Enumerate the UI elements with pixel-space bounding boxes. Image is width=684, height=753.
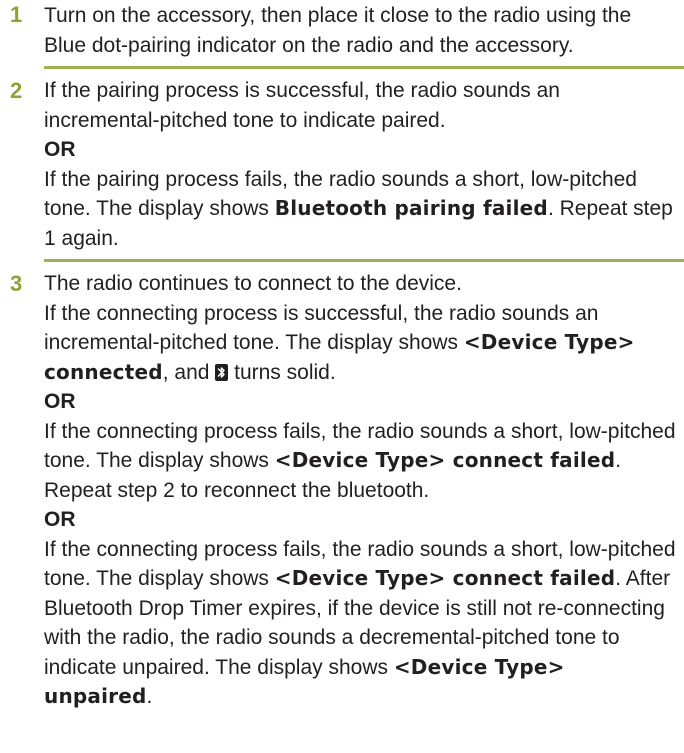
text-segment: , and xyxy=(162,360,216,384)
step-2: 2 If the pairing process is successful, … xyxy=(0,69,684,259)
step-fail-text: If the connecting process fails, the rad… xyxy=(44,535,676,712)
procedure-steps: 1 Turn on the accessory, then place it c… xyxy=(0,0,684,712)
step-number: 1 xyxy=(10,2,23,27)
step-success-text: If the pairing process is successful, th… xyxy=(44,79,560,132)
step-number: 2 xyxy=(10,78,23,103)
bluetooth-icon xyxy=(215,363,229,381)
or-label: OR xyxy=(44,390,76,413)
display-message: <Device Type> connect failed xyxy=(274,566,616,590)
step-intro-text: The radio continues to connect to the de… xyxy=(44,272,462,295)
step-1: 1 Turn on the accessory, then place it c… xyxy=(0,0,684,66)
step-fail-text: If the pairing process fails, the radio … xyxy=(44,165,676,254)
display-message: <Device Type> connect failed xyxy=(274,448,616,472)
display-message: Bluetooth pairing failed xyxy=(274,196,548,220)
step-number: 3 xyxy=(10,271,23,296)
or-label: OR xyxy=(44,508,76,531)
step-success-text: If the connecting process is successful,… xyxy=(44,299,676,388)
text-segment: turns solid. xyxy=(228,360,336,384)
step-3: 3 The radio continues to connect to the … xyxy=(0,262,684,712)
or-label: OR xyxy=(44,138,76,161)
text-segment: . xyxy=(146,685,153,708)
step-text: Turn on the accessory, then place it clo… xyxy=(44,4,632,57)
step-fail-text: If the connecting process fails, the rad… xyxy=(44,417,676,506)
